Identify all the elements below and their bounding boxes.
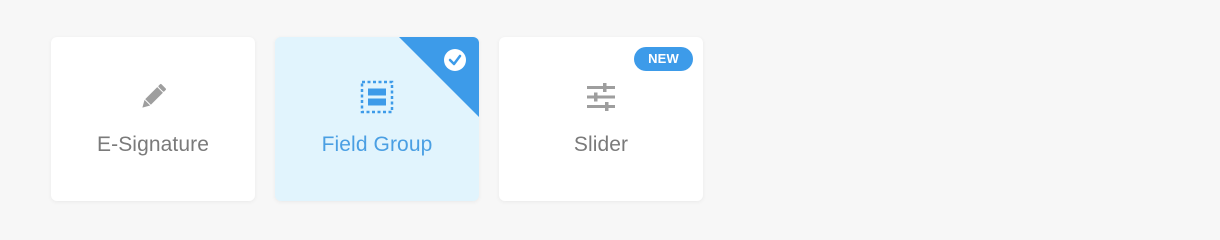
new-badge: NEW — [634, 47, 693, 71]
card-label: Field Group — [321, 133, 433, 156]
pencil-icon — [51, 79, 255, 115]
card-e-signature[interactable]: E-Signature — [51, 37, 255, 201]
sliders-icon — [499, 79, 703, 115]
card-label: Slider — [573, 133, 629, 156]
field-group-icon — [275, 79, 479, 115]
checkmark-icon — [444, 49, 466, 71]
card-slider[interactable]: NEW Slider — [499, 37, 703, 201]
card-label: E-Signature — [97, 133, 209, 156]
field-type-cards: E-Signature Field Group NEW Slider — [51, 37, 703, 201]
card-field-group[interactable]: Field Group — [275, 37, 479, 201]
